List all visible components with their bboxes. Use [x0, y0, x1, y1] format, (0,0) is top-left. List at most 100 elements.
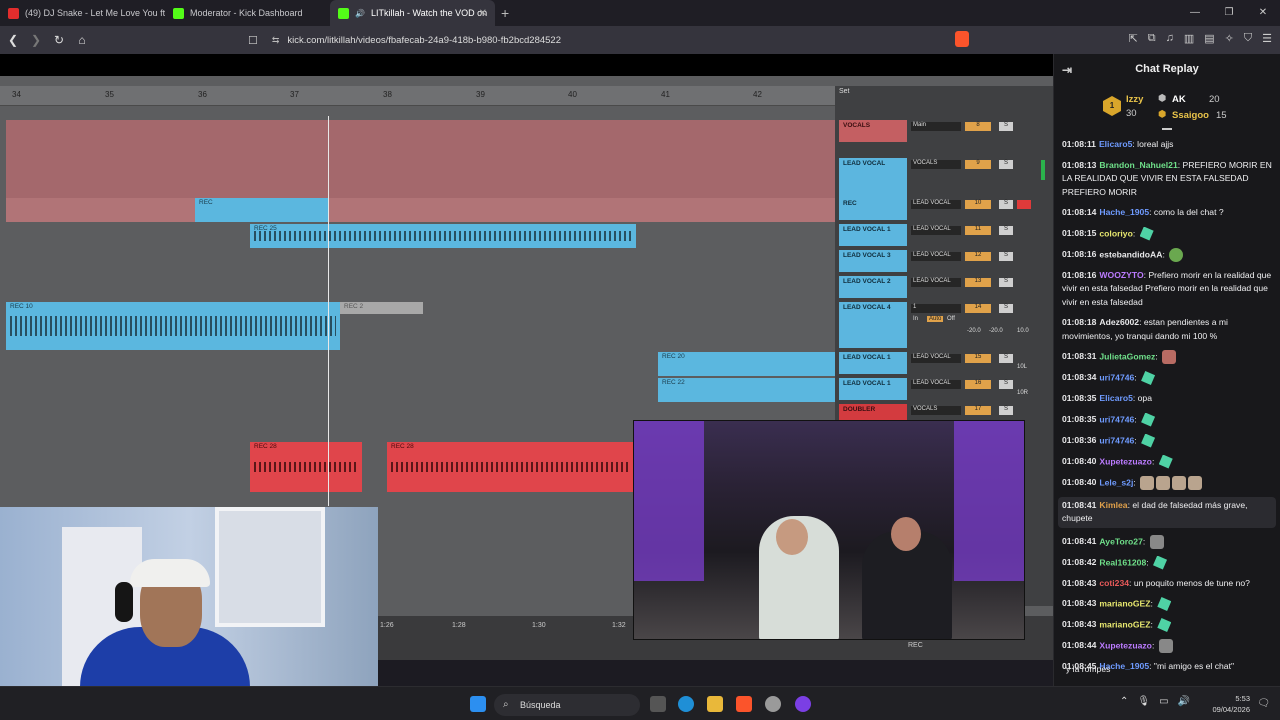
- message-separator: :: [1142, 535, 1148, 546]
- leader-name[interactable]: AK: [1172, 94, 1186, 105]
- solo-button: S: [999, 304, 1013, 313]
- vpn-icon[interactable]: ⛉: [1244, 32, 1252, 45]
- maximize-button[interactable]: ❐: [1212, 0, 1246, 26]
- message-username[interactable]: Hache_1905: [1099, 207, 1149, 217]
- clip-label: REC 10: [10, 303, 33, 310]
- bookmark-icon[interactable]: ☐: [248, 34, 258, 47]
- sidebar-icon[interactable]: ▥: [1184, 32, 1194, 45]
- microphone-icon[interactable]: 🎙: [1137, 696, 1150, 707]
- site-info-icon[interactable]: ⇆: [272, 35, 280, 46]
- network-icon[interactable]: ▭: [1159, 696, 1168, 707]
- windows-taskbar: ⌕ Búsqueda ⌃ 🎙 ▭ 🔊 5:53 09/04/2026 🗨: [0, 686, 1280, 720]
- solo-button: S: [999, 226, 1013, 235]
- message-username[interactable]: marianoGEZ: [1099, 619, 1150, 629]
- message-username[interactable]: WOOZYTO: [1099, 270, 1143, 280]
- chat-message: 01:08:41 Kimlea: el dad de falsedad más g…: [1058, 496, 1276, 528]
- off-label: Off: [947, 316, 955, 322]
- track-routing: 1: [911, 304, 961, 313]
- track-number: 16: [965, 380, 991, 389]
- chat-message: 01:08:11 Elicaro5: loreal ajjs: [1062, 138, 1276, 152]
- time-mark: 1:32: [612, 622, 626, 629]
- collapse-chat-icon[interactable]: ⇥: [1062, 63, 1072, 77]
- message-username[interactable]: uri74746: [1099, 372, 1134, 382]
- message-timestamp: 01:08:44: [1062, 640, 1097, 651]
- edge-icon[interactable]: [678, 696, 694, 712]
- message-username[interactable]: Elicaro5: [1099, 139, 1132, 149]
- wallet-icon[interactable]: ▤: [1204, 32, 1214, 45]
- db-value: -20.0: [989, 328, 1003, 334]
- message-username[interactable]: Adez6002: [1099, 317, 1139, 327]
- pan-value: 10L: [1017, 364, 1028, 370]
- message-username[interactable]: coti234: [1099, 578, 1129, 588]
- volume-icon[interactable]: 🔊: [1178, 696, 1190, 707]
- app-icon[interactable]: [795, 696, 811, 712]
- file-explorer-icon[interactable]: [707, 696, 723, 712]
- notification-icon[interactable]: 🗨: [1257, 698, 1270, 709]
- clock-time: 5:53: [1235, 694, 1250, 703]
- obs-icon[interactable]: [765, 696, 781, 712]
- leo-icon[interactable]: ✧: [1225, 32, 1234, 45]
- clock[interactable]: 5:53 09/04/2026: [1210, 693, 1250, 715]
- close-tab-icon[interactable]: ✕: [479, 8, 487, 19]
- message-username[interactable]: Elicaro5: [1099, 393, 1132, 403]
- message-timestamp: 01:08:34: [1062, 372, 1097, 383]
- youtube-icon: [8, 7, 19, 19]
- message-text: opa: [1137, 393, 1152, 403]
- share-icon[interactable]: ⇱: [1129, 32, 1138, 45]
- track-routing: VOCALS: [911, 406, 961, 415]
- chat-message: 01:08:34 uri74746:: [1062, 371, 1276, 385]
- extensions-icon[interactable]: ⧉: [1148, 32, 1156, 45]
- music-icon[interactable]: ♫: [1166, 32, 1174, 45]
- message-username[interactable]: Kimlea: [1099, 500, 1127, 510]
- search-icon: ⌕: [503, 699, 509, 710]
- close-window-button[interactable]: ✕: [1246, 0, 1280, 26]
- start-icon[interactable]: [470, 696, 486, 712]
- message-username[interactable]: Lele_s2j: [1099, 477, 1133, 487]
- window-controls: — ❐ ✕: [1178, 0, 1280, 26]
- menu-icon[interactable]: ☰: [1262, 32, 1272, 45]
- video-letterbox: [0, 54, 1053, 76]
- clip-label: REC 20: [662, 353, 685, 360]
- message-username[interactable]: marianoGEZ: [1099, 598, 1150, 608]
- message-username[interactable]: estebandidoAA: [1099, 249, 1162, 259]
- brave-icon[interactable]: [736, 696, 752, 712]
- message-username[interactable]: Brandon_Nahuel21: [1099, 160, 1177, 170]
- reload-button[interactable]: ↻: [49, 33, 69, 47]
- chat-message: 01:08:42 Real161208:: [1062, 555, 1276, 570]
- track-number: 14: [965, 304, 991, 313]
- emote-icon: [1188, 475, 1203, 490]
- tab-kick-vod[interactable]: 🔊 LITkillah - Watch the VOD on ✕: [330, 0, 495, 26]
- auto-label: Auto: [927, 316, 944, 322]
- message-username[interactable]: Xupetezuazo: [1099, 456, 1152, 466]
- track-routing: LEAD VOCAL: [911, 200, 961, 209]
- chevron-up-icon[interactable]: ⌃: [1120, 696, 1128, 707]
- tab-youtube[interactable]: (49) DJ Snake - Let Me Love You ft. Ju: [0, 0, 165, 26]
- brave-shields-icon[interactable]: [955, 31, 969, 47]
- message-username[interactable]: uri74746: [1099, 414, 1134, 424]
- emote-icon: [1157, 597, 1172, 611]
- back-button[interactable]: ❮: [3, 33, 23, 47]
- emote-icon: [1141, 371, 1156, 385]
- message-separator: :: [1151, 455, 1157, 466]
- message-username[interactable]: AyeToro27: [1099, 536, 1142, 546]
- minimize-button[interactable]: —: [1178, 0, 1212, 26]
- forward-button[interactable]: ❯: [26, 33, 46, 47]
- address-bar[interactable]: ☐ ⇆ kick.com/litkillah/videos/fbafecab-2…: [248, 30, 978, 50]
- leader-name[interactable]: Ssaigoo: [1172, 110, 1209, 121]
- taskbar-search[interactable]: ⌕ Búsqueda: [494, 694, 640, 716]
- ruler-mark: 38: [383, 90, 392, 99]
- message-username[interactable]: Xupetezuazo: [1099, 640, 1152, 650]
- emote-icon: [1153, 555, 1168, 570]
- chat-message-partial: y la rompes: [1066, 664, 1111, 674]
- task-view-icon[interactable]: [650, 696, 666, 712]
- message-username[interactable]: coloriyo: [1099, 228, 1132, 238]
- message-username[interactable]: Real161208: [1099, 557, 1146, 567]
- track-routing: LEAD VOCAL: [911, 226, 961, 235]
- message-username[interactable]: JulietaGomez: [1099, 351, 1155, 361]
- new-tab-button[interactable]: +: [501, 5, 509, 21]
- tab-kick-dashboard[interactable]: Moderator - Kick Dashboard: [165, 0, 330, 26]
- mixer-track: LEAD VOCAL 4 1 14 S In Auto Off -20.0 -2…: [839, 302, 1049, 350]
- leader-name[interactable]: Izzy: [1126, 94, 1143, 105]
- home-button[interactable]: ⌂: [72, 33, 92, 47]
- message-username[interactable]: uri74746: [1099, 435, 1134, 445]
